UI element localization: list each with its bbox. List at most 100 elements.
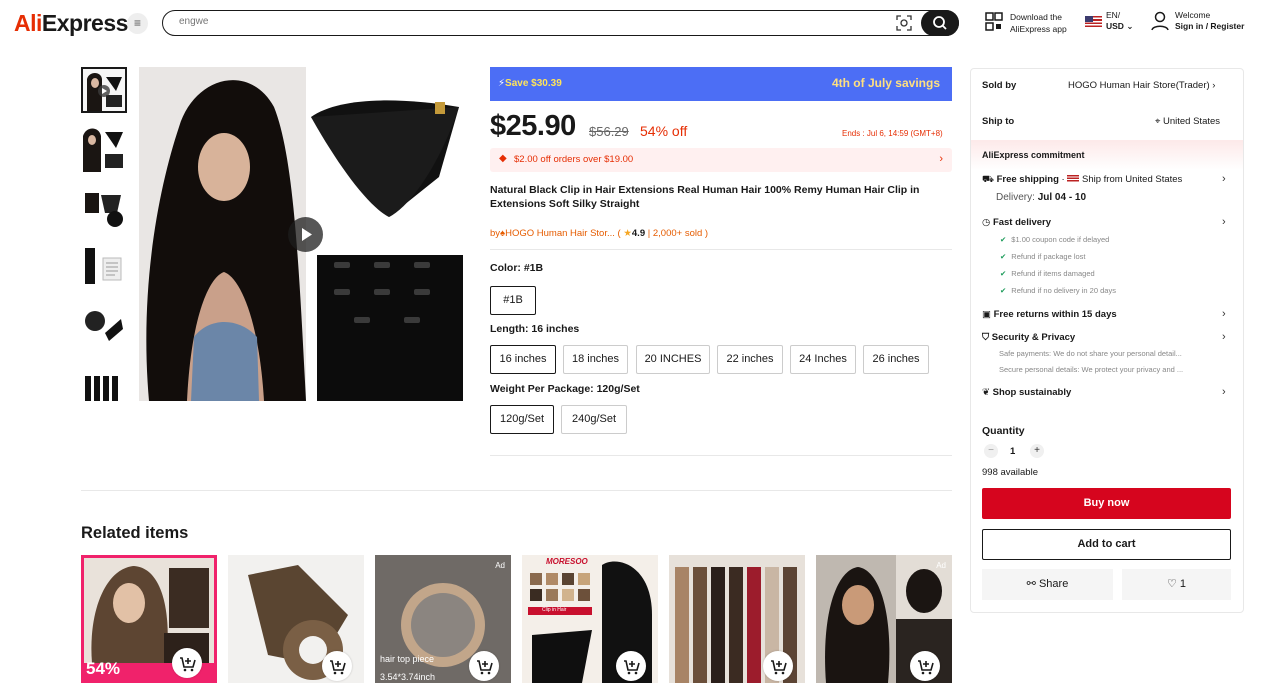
length-option-20[interactable]: 20 INCHES bbox=[636, 345, 710, 374]
color-option[interactable]: #1B bbox=[490, 286, 536, 315]
ship-from-text: Ship from United States bbox=[1081, 174, 1183, 185]
color-label: Color: #1B bbox=[490, 262, 544, 274]
free-shipping-label: Free shipping bbox=[996, 174, 1059, 185]
thumb-image bbox=[81, 126, 127, 172]
length-option-22[interactable]: 22 inches bbox=[717, 345, 783, 374]
quantity-decrease-button[interactable]: − bbox=[984, 444, 998, 458]
shield-icon: ⛉ bbox=[982, 332, 990, 343]
return-box-icon: ▣ bbox=[982, 309, 991, 320]
stock-available: 998 available bbox=[982, 467, 1038, 478]
fast-delivery-item: Refund if package lost bbox=[1011, 252, 1086, 261]
thumb-image bbox=[81, 244, 127, 290]
sign-in-link[interactable]: Sign in / Register bbox=[1175, 21, 1244, 32]
ad-label: Ad bbox=[495, 561, 505, 570]
related-item-card[interactable]: Ad hair top piece 3.54*3.74inch bbox=[375, 555, 511, 683]
length-option-26[interactable]: 26 inches bbox=[863, 345, 929, 374]
add-to-cart-icon[interactable] bbox=[322, 651, 352, 681]
ship-to-selector[interactable]: ⌖ United States bbox=[1155, 116, 1220, 127]
gallery-thumb-3[interactable] bbox=[81, 185, 127, 231]
discount-badge: 54% bbox=[86, 659, 121, 678]
add-to-cart-icon[interactable] bbox=[172, 648, 202, 678]
gallery-thumb-2[interactable] bbox=[81, 126, 127, 172]
gallery-thumb-6[interactable] bbox=[81, 362, 127, 401]
add-to-cart-button[interactable]: Add to cart bbox=[982, 529, 1231, 560]
fast-delivery-item: $1.00 coupon code if delayed bbox=[1011, 235, 1110, 244]
security-label: Security & Privacy bbox=[991, 332, 1076, 343]
promo-banner: ⚡Save $30.39 4th of July savings bbox=[490, 67, 952, 101]
menu-icon[interactable]: ≡ bbox=[127, 13, 148, 34]
length-option-24[interactable]: 24 Inches bbox=[790, 345, 856, 374]
ad-label: Ad bbox=[936, 561, 946, 570]
related-item-card[interactable] bbox=[669, 555, 805, 683]
lang-line1: EN/ bbox=[1106, 10, 1121, 20]
coupon-banner[interactable]: ◆ $2.00 off orders over $19.00 › bbox=[490, 148, 952, 172]
brand-label: MORESOO bbox=[546, 557, 588, 566]
quantity-value[interactable]: 1 bbox=[1010, 446, 1015, 457]
play-icon bbox=[302, 228, 312, 241]
gallery-thumb-5[interactable] bbox=[81, 303, 127, 349]
sold-count: | 2,000+ sold ) bbox=[647, 228, 709, 239]
aliexpress-logo[interactable]: AliExpress bbox=[14, 10, 128, 37]
commitment-title: AliExpress commitment bbox=[982, 150, 1085, 160]
sold-by-value: HOGO Human Hair Store(Trader) bbox=[1068, 80, 1210, 91]
add-to-cart-icon[interactable] bbox=[469, 651, 499, 681]
fast-delivery-item: Refund if items damaged bbox=[1011, 269, 1095, 278]
chevron-down-icon: ⌄ bbox=[1126, 21, 1134, 31]
gallery-thumb-4[interactable] bbox=[81, 244, 127, 290]
thumb-image bbox=[81, 185, 127, 231]
free-shipping-row[interactable]: ⛟ Free shipping · Ship from United State… bbox=[982, 174, 1182, 186]
discount-badge: 54% off bbox=[640, 123, 688, 139]
chevron-right-icon: › bbox=[1212, 80, 1216, 91]
search-input[interactable] bbox=[179, 16, 779, 27]
search-button[interactable] bbox=[921, 10, 959, 36]
current-price: $25.90 bbox=[490, 110, 576, 142]
free-returns-row[interactable]: ▣ Free returns within 15 days bbox=[982, 309, 1117, 320]
length-option-16[interactable]: 16 inches bbox=[490, 345, 556, 374]
original-price: $56.29 bbox=[589, 124, 629, 139]
length-option-18[interactable]: 18 inches bbox=[563, 345, 628, 374]
sustainably-row[interactable]: ❦ Shop sustainably bbox=[982, 387, 1071, 398]
gallery-thumb-1[interactable] bbox=[81, 67, 127, 113]
share-label: Share bbox=[1038, 578, 1069, 590]
add-to-cart-icon[interactable] bbox=[910, 651, 940, 681]
star-icon: ★ bbox=[623, 228, 632, 239]
sale-end-time: Ends : Jul 6, 14:59 (GMT+8) bbox=[842, 129, 943, 138]
chevron-right-icon: › bbox=[1222, 386, 1226, 398]
buy-now-button[interactable]: Buy now bbox=[982, 488, 1231, 519]
store-link[interactable]: by♠HOGO Human Hair Stor... ( ★4.9 | 2,00… bbox=[490, 228, 708, 239]
promo-event-label: 4th of July savings bbox=[831, 76, 940, 90]
item-caption: 3.54*3.74inch bbox=[380, 672, 436, 682]
related-item-card[interactable]: MORESOO Clip in Hair bbox=[522, 555, 658, 683]
fast-delivery-row[interactable]: ◷ Fast delivery bbox=[982, 217, 1051, 228]
image-search-icon[interactable] bbox=[896, 15, 912, 31]
item-tag: Clip in Hair bbox=[542, 607, 567, 613]
coupon-tag-icon: ◆ bbox=[499, 153, 507, 164]
truck-icon: ⛟ bbox=[982, 174, 994, 185]
wishlist-button[interactable]: ♡ 1 bbox=[1122, 569, 1231, 600]
user-icon bbox=[1151, 11, 1169, 31]
check-icon: ✔ bbox=[1000, 286, 1007, 295]
fast-delivery-label: Fast delivery bbox=[992, 217, 1052, 228]
security-item: Safe payments: We do not share your pers… bbox=[999, 349, 1182, 358]
sold-by-store[interactable]: HOGO Human Hair Store(Trader) › bbox=[1068, 80, 1215, 91]
quantity-increase-button[interactable]: + bbox=[1030, 444, 1044, 458]
security-row[interactable]: ⛉ Security & Privacy bbox=[982, 332, 1075, 343]
related-items-title: Related items bbox=[81, 524, 189, 542]
share-icon: ⚯ bbox=[1026, 578, 1036, 590]
free-returns-label: Free returns within 15 days bbox=[993, 309, 1117, 320]
play-video-button[interactable] bbox=[288, 217, 323, 252]
add-to-cart-icon[interactable] bbox=[616, 651, 646, 681]
length-label: Length: 16 inches bbox=[490, 323, 580, 335]
leaf-icon: ❦ bbox=[982, 387, 990, 398]
search-bar bbox=[162, 10, 959, 36]
coupon-text: $2.00 off orders over $19.00 bbox=[514, 154, 634, 165]
related-item-card[interactable] bbox=[228, 555, 364, 683]
weight-option-120[interactable]: 120g/Set bbox=[490, 405, 554, 434]
share-button[interactable]: ⚯ Share bbox=[982, 569, 1113, 600]
weight-option-240[interactable]: 240g/Set bbox=[561, 405, 627, 434]
download-line1: Download the bbox=[1010, 12, 1062, 22]
related-item-card[interactable]: Ad bbox=[816, 555, 952, 683]
product-title: Natural Black Clip in Hair Extensions Re… bbox=[490, 184, 920, 210]
add-to-cart-icon[interactable] bbox=[763, 651, 793, 681]
related-item-card[interactable]: 54% bbox=[81, 555, 217, 683]
